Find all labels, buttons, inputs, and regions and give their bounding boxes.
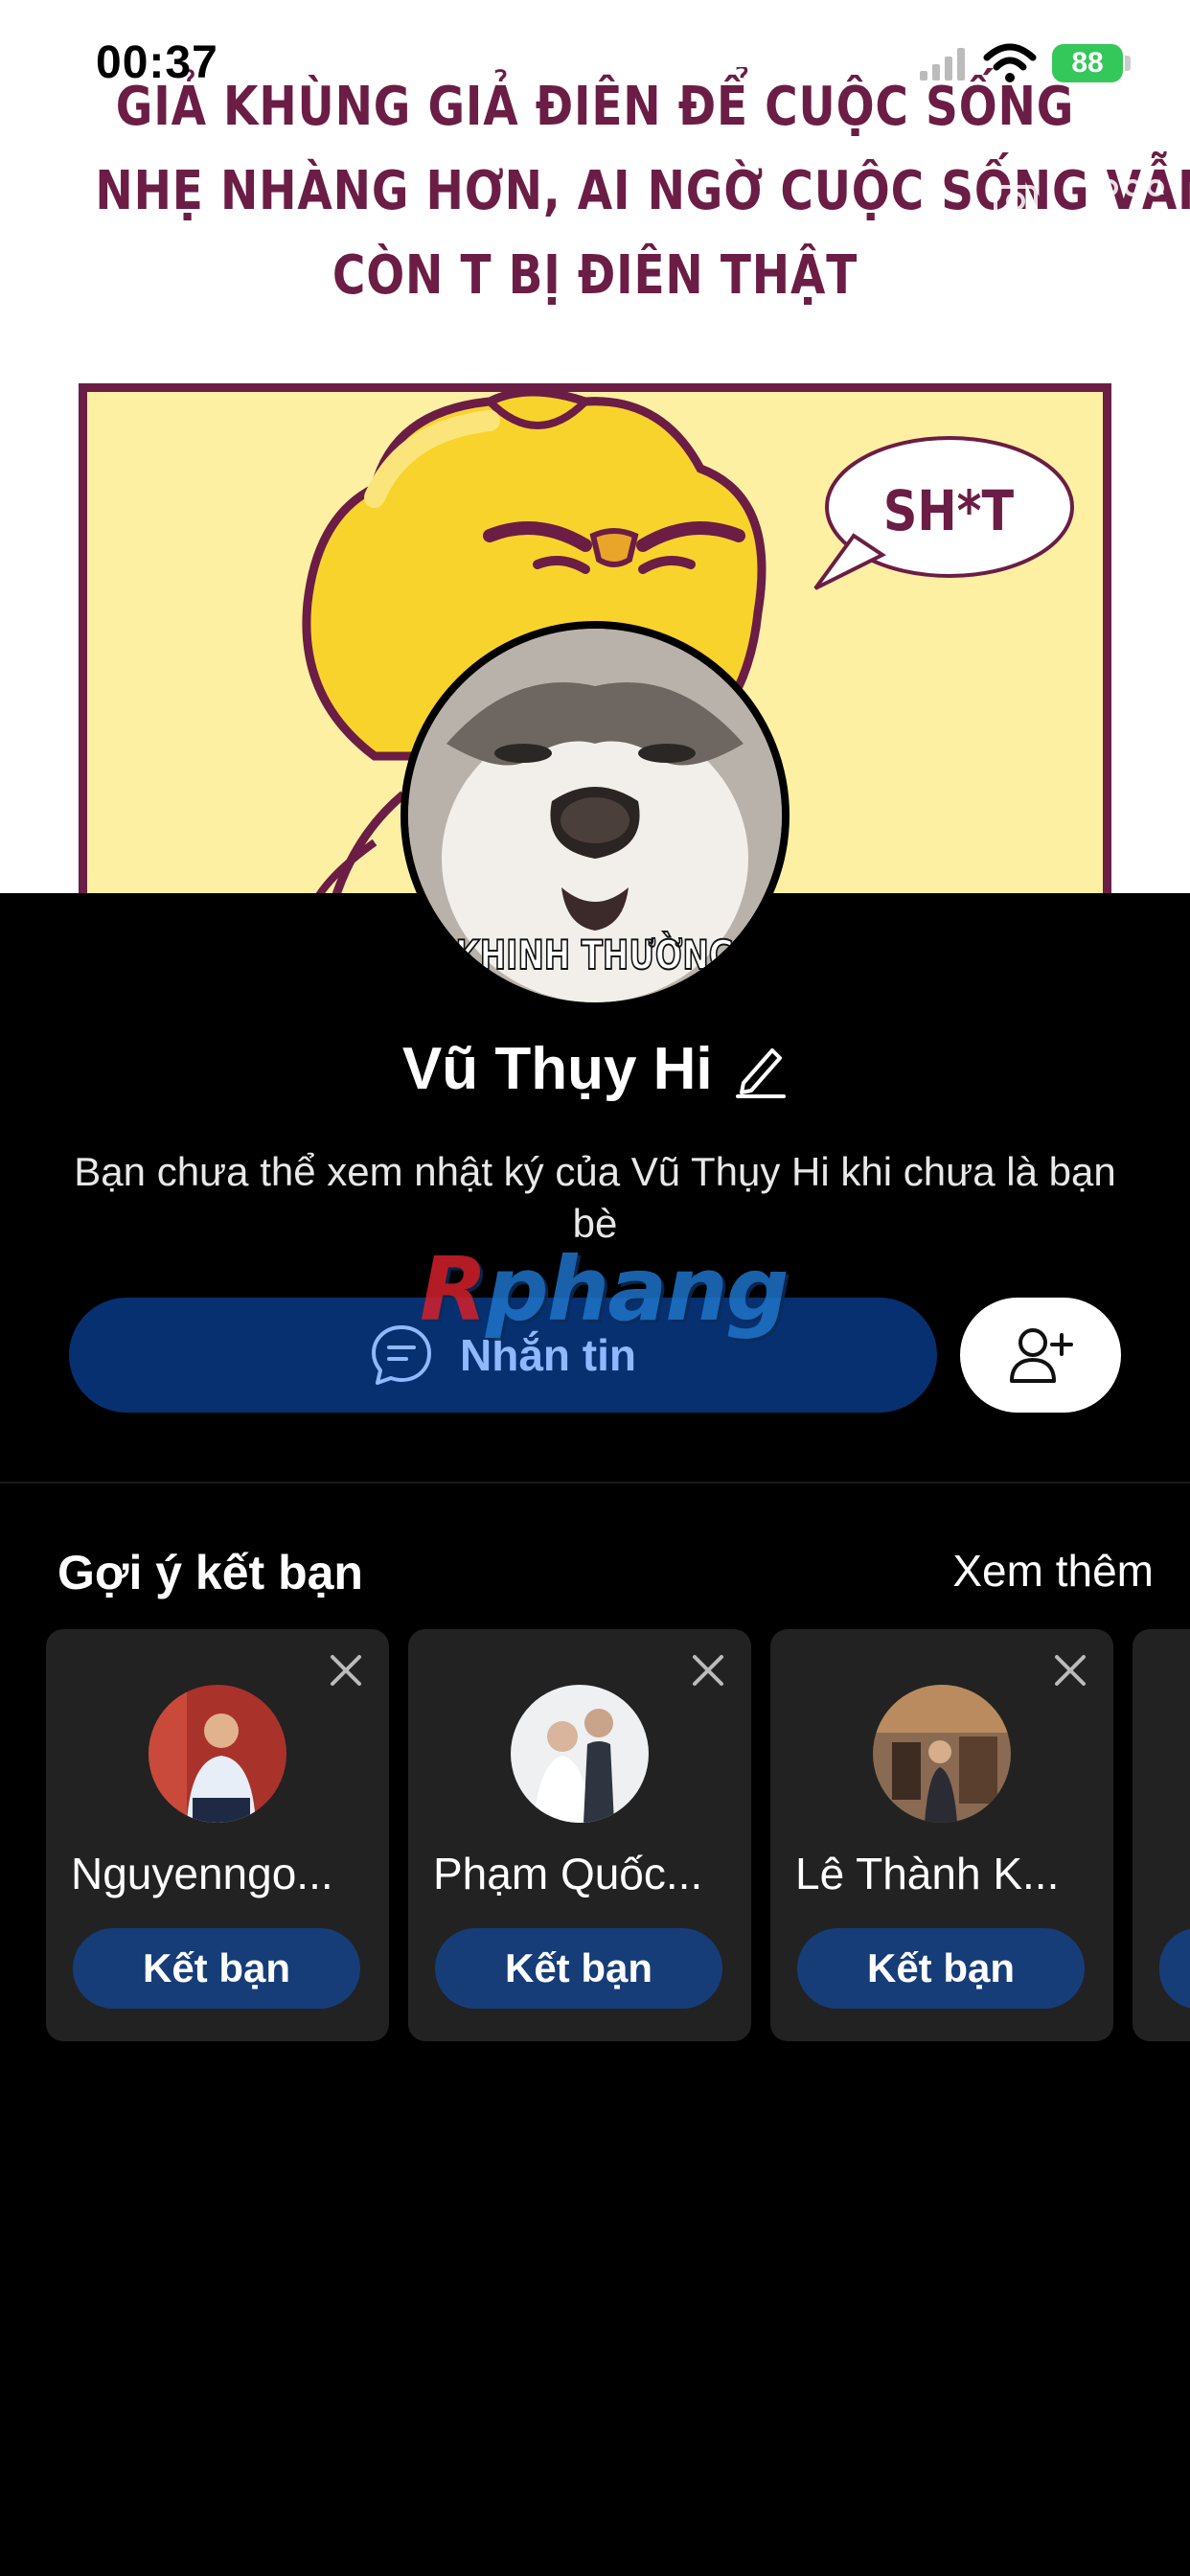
suggestion-card[interactable]: Phạm Quốc... Kết bạn xyxy=(408,1629,751,2041)
signal-icon xyxy=(920,48,965,80)
profile-name: Vũ Thụy Hi xyxy=(401,1036,713,1102)
speech-bubble: SH*T xyxy=(825,440,1072,574)
avatar-caption: KHINH THƯỜNG xyxy=(455,931,736,979)
watermark-letter: R xyxy=(420,1238,488,1341)
suggestion-name: Nguyenngo... xyxy=(71,1849,333,1898)
close-icon[interactable] xyxy=(692,1654,724,1687)
profile-name-row: Vũ Thụy Hi xyxy=(0,1035,1190,1112)
close-icon[interactable] xyxy=(330,1654,362,1687)
suggestion-name: Phạm Quốc... xyxy=(433,1849,703,1898)
add-friend-suggestion-button[interactable]: Kết bạn xyxy=(73,1928,360,2009)
cover-caption-line: NHẸ NHÀNG HƠN, AI NGỜ CUỘC SỐNG VẪN THẾ xyxy=(95,160,1190,222)
suggestion-avatar[interactable] xyxy=(511,1685,649,1823)
battery-indicator: 88 xyxy=(1052,44,1123,82)
suggestion-name: Lê Thành K... xyxy=(795,1849,1060,1898)
cover-caption-line: CÒN T BỊ ĐIÊN THẬT xyxy=(332,244,858,307)
suggestion-avatar[interactable] xyxy=(873,1685,1011,1823)
add-friend-suggestion-button[interactable]: Kết bạn xyxy=(435,1928,722,2009)
suggestions-title: Gợi ý kết bạn xyxy=(57,1546,363,1599)
privacy-note: Bạn chưa thể xem nhật ký của Vũ Thụy Hi … xyxy=(74,1149,1116,1246)
edit-pencil-icon[interactable] xyxy=(734,1041,788,1098)
suggestion-avatar[interactable] xyxy=(149,1685,286,1823)
add-friend-button[interactable] xyxy=(960,1298,1121,1413)
suggestion-card-partial[interactable] xyxy=(1133,1629,1190,2041)
speech-bubble-text: SH*T xyxy=(882,478,1015,543)
profile-screen: GIẢ KHÙNG GIẢ ĐIÊN ĐỂ CUỘC SỐNG NHẸ NHÀN… xyxy=(0,0,1190,2576)
add-friend-suggestion-button[interactable]: Kết bạn xyxy=(797,1928,1085,2009)
suggestion-card[interactable]: Lê Thành K... Kết bạn xyxy=(770,1629,1113,2041)
add-friend-suggestion-button-partial[interactable] xyxy=(1159,1928,1190,2009)
battery-cap xyxy=(1125,56,1131,71)
wifi-icon xyxy=(983,43,1037,82)
camera-icon[interactable] xyxy=(993,178,1039,218)
more-icon[interactable] xyxy=(1100,172,1165,203)
add-friend-icon xyxy=(1010,1328,1073,1383)
see-more-link[interactable]: Xem thêm xyxy=(952,1545,1154,1597)
suggestion-card[interactable]: Nguyenngo... Kết bạn xyxy=(46,1629,389,2041)
watermark-text: phang xyxy=(485,1238,790,1341)
status-time: 00:37 xyxy=(96,37,218,88)
section-divider xyxy=(0,1482,1190,1484)
status-bar: 00:37 88 xyxy=(0,0,1190,134)
close-icon[interactable] xyxy=(1054,1654,1087,1687)
profile-avatar[interactable]: KHINH THƯỜNG xyxy=(400,621,790,1010)
back-arrow-icon[interactable] xyxy=(42,169,84,218)
watermark-logo: Rphang xyxy=(420,1238,790,1341)
